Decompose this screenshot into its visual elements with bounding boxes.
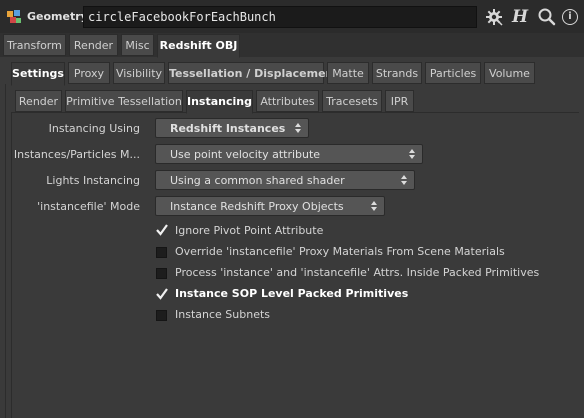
tab-attributes[interactable]: Attributes [256,90,319,112]
override-proxy-materials-label: Override 'instancefile' Proxy Materials … [175,245,505,258]
lights-instancing-label: Lights Instancing [46,174,140,187]
tab-matte[interactable]: Matte [327,62,369,84]
tab-row-redshift: Settings Proxy Visibility Tessellation /… [0,60,584,86]
tab-tessellation-displacement[interactable]: Tessellation / Displacement [168,62,339,84]
instances-particles-motion-label: Instances/Particles M... [13,148,140,161]
instances-particles-motion-value: Use point velocity attribute [170,148,321,161]
process-packed-primitives-label: Process 'instance' and 'instancefile' At… [175,266,540,279]
process-packed-primitives-checkbox[interactable] [156,268,167,279]
instancing-using-menu[interactable]: Redshift Instances [155,118,309,138]
tab-instancing[interactable]: Instancing [186,90,253,114]
checkmark-icon[interactable] [155,223,169,237]
tab-tracesets[interactable]: Tracesets [322,90,382,112]
tab-redshift-obj[interactable]: Redshift OBJ [157,34,240,58]
instancing-using-value: Redshift Instances [170,122,286,135]
tab-row-main: Transform Render Misc Redshift OBJ [0,33,584,58]
instancefile-mode-menu[interactable]: Instance Redshift Proxy Objects [155,196,385,216]
override-proxy-materials-checkbox[interactable] [156,247,167,258]
tab-row-settings: Render Primitive Tessellation Instancing… [0,89,584,114]
ignore-pivot-point-label: Ignore Pivot Point Attribute [175,224,324,237]
instancefile-mode-label: 'instancefile' Mode [37,200,140,213]
tab-ipr[interactable]: IPR [385,90,414,112]
instancefile-mode-value: Instance Redshift Proxy Objects [170,200,344,213]
instances-particles-motion-menu[interactable]: Use point velocity attribute [155,144,423,164]
menu-arrows-icon [371,201,377,211]
parameter-header: Geometry circleFacebookForEachBunch H i [0,0,584,33]
instance-sop-packed-primitives-label: Instance SOP Level Packed Primitives [175,287,409,300]
tab-volume[interactable]: Volume [484,62,535,84]
tab-settings[interactable]: Settings [11,62,65,86]
tab-strands[interactable]: Strands [372,62,422,84]
instancing-using-label: Instancing Using [48,122,140,135]
tab-proxy[interactable]: Proxy [68,62,110,84]
tab-visibility[interactable]: Visibility [113,62,165,84]
tab-particles[interactable]: Particles [425,62,481,84]
search-icon[interactable] [537,7,557,27]
menu-arrows-icon [401,175,407,185]
gear-icon[interactable] [484,7,504,27]
tab-misc[interactable]: Misc [121,34,154,56]
menu-arrows-icon [409,149,415,159]
checkmark-icon[interactable] [155,287,169,301]
lights-instancing-menu[interactable]: Using a common shared shader [155,170,415,190]
instance-subnets-label: Instance Subnets [175,308,271,321]
tab-render-settings[interactable]: Render [15,90,62,112]
node-type-label: Geometry [27,10,88,23]
lights-instancing-value: Using a common shared shader [170,174,345,187]
geometry-node-icon [7,10,21,23]
tab-primitive-tessellation[interactable]: Primitive Tessellation [65,90,183,112]
tab-transform[interactable]: Transform [3,34,66,56]
node-name-field[interactable]: circleFacebookForEachBunch [83,6,477,28]
instance-subnets-checkbox[interactable] [156,310,167,321]
info-icon[interactable]: i [562,9,578,25]
tab-render[interactable]: Render [69,34,118,56]
menu-arrows-icon [295,123,301,133]
houdini-help-icon[interactable]: H [510,7,530,27]
node-name-value: circleFacebookForEachBunch [88,10,276,24]
